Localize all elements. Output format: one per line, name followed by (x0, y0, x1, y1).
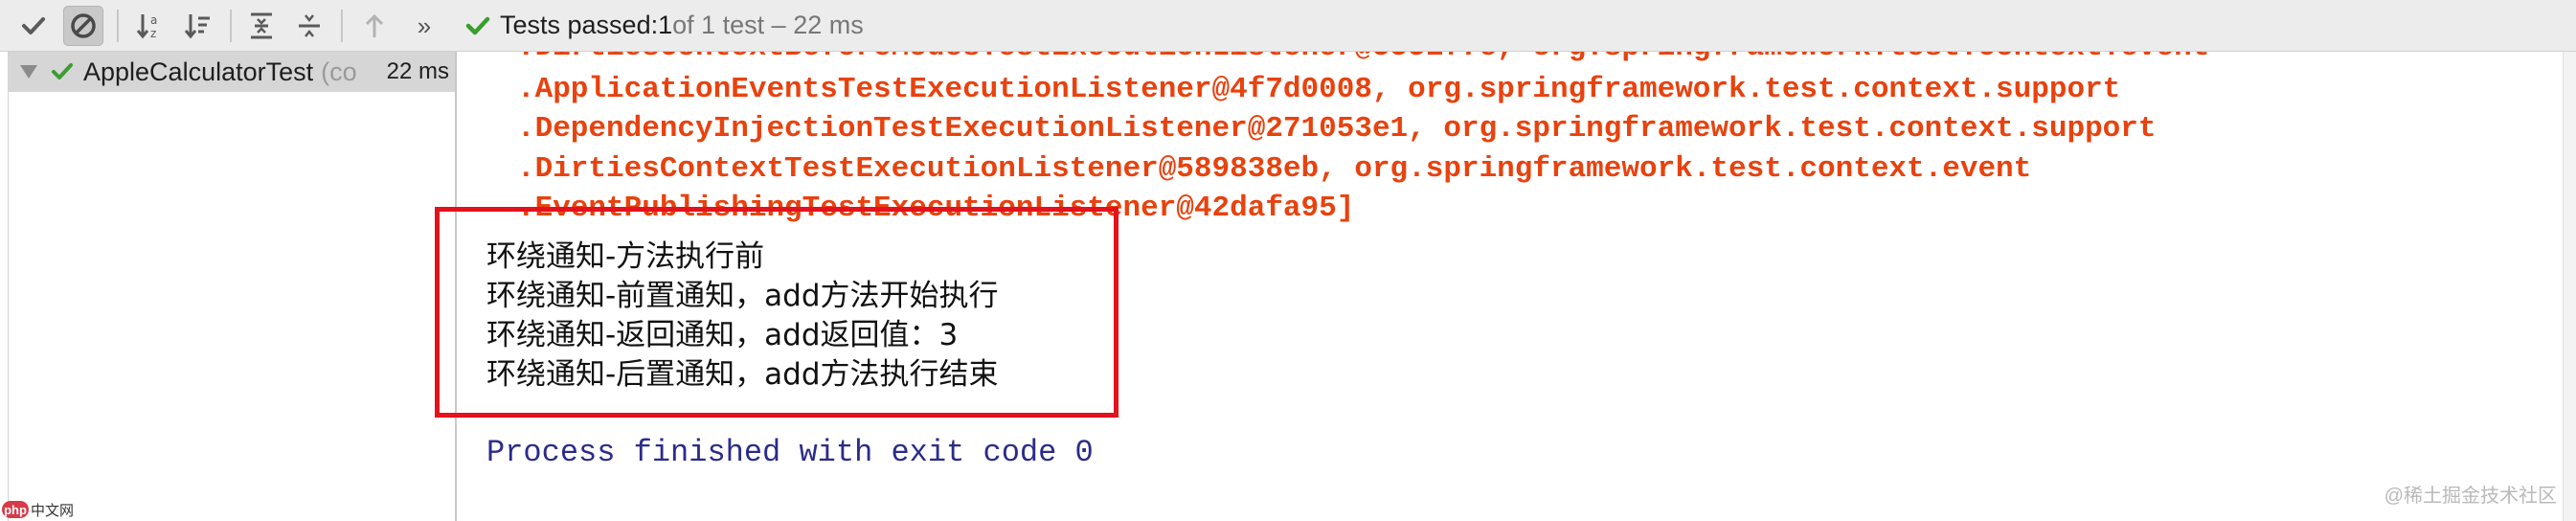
chevron-double-right-icon: » (417, 11, 432, 40)
previous-failed-button[interactable] (354, 6, 395, 46)
collapse-all-button[interactable] (289, 6, 329, 46)
show-passed-button[interactable] (13, 6, 54, 46)
log-line: .DependencyInjectionTestExecutionListene… (517, 112, 2157, 146)
test-runner-window: a z » Tests passed: 1 of 1 test – 22 ms … (0, 0, 2576, 521)
status-prefix: Tests passed: (500, 11, 659, 39)
sort-alpha-icon: a z (136, 13, 157, 40)
sort-alphabetically-button[interactable]: a z (130, 6, 170, 46)
tree-item-root[interactable]: AppleCalculatorTest (co 22 ms (9, 52, 455, 92)
status-suffix: of 1 test – 22 ms (672, 11, 864, 39)
check-icon (22, 17, 45, 34)
test-toolbar: a z » Tests passed: 1 of 1 test – 22 ms (0, 0, 2576, 52)
show-ignored-button[interactable] (63, 6, 103, 46)
highlight-box (435, 207, 1119, 418)
toolbar-separator (341, 10, 343, 42)
status-count: 1 (658, 11, 673, 39)
log-line: .DirtiesContextTestExecutionListener@589… (517, 152, 2032, 186)
sort-by-duration-button[interactable] (178, 6, 218, 46)
expand-all-icon (251, 12, 272, 39)
test-status: Tests passed: 1 of 1 test – 22 ms (465, 0, 864, 51)
scrollbar-gutter[interactable] (2563, 52, 2576, 521)
php-logo: php (2, 501, 29, 518)
svg-text:z: z (150, 27, 156, 40)
tree-item-label: AppleCalculatorTest (83, 57, 314, 86)
toolbar-separator (117, 10, 119, 42)
tree-item-duration: 22 ms (380, 52, 449, 92)
watermark-label: 中文网 (31, 502, 75, 519)
pass-check-icon (465, 16, 490, 34)
expand-triangle-icon[interactable] (20, 65, 37, 79)
expand-all-button[interactable] (241, 6, 282, 46)
sort-duration-icon (184, 14, 210, 39)
svg-text:a: a (150, 13, 157, 27)
tree-item-hint: (co (321, 57, 357, 86)
toolbar-separator (230, 10, 232, 42)
site-watermark: php 中文网 (2, 500, 74, 519)
pass-check-icon (52, 63, 73, 79)
test-tree: AppleCalculatorTest (co 22 ms (8, 52, 457, 521)
arrow-up-icon (365, 13, 384, 37)
collapse-all-icon (299, 14, 320, 37)
log-line: .ApplicationEventsTestExecutionListener@… (517, 73, 2121, 106)
process-finished-line: Process finished with exit code 0 (486, 435, 1094, 470)
toolbar-overflow-button[interactable]: » (410, 6, 439, 46)
ban-icon (71, 13, 96, 38)
watermark-text: @稀土掘金技术社区 (2384, 486, 2557, 507)
log-line: .DirtiesContextBeforeModesTestExecutionL… (517, 52, 2209, 64)
